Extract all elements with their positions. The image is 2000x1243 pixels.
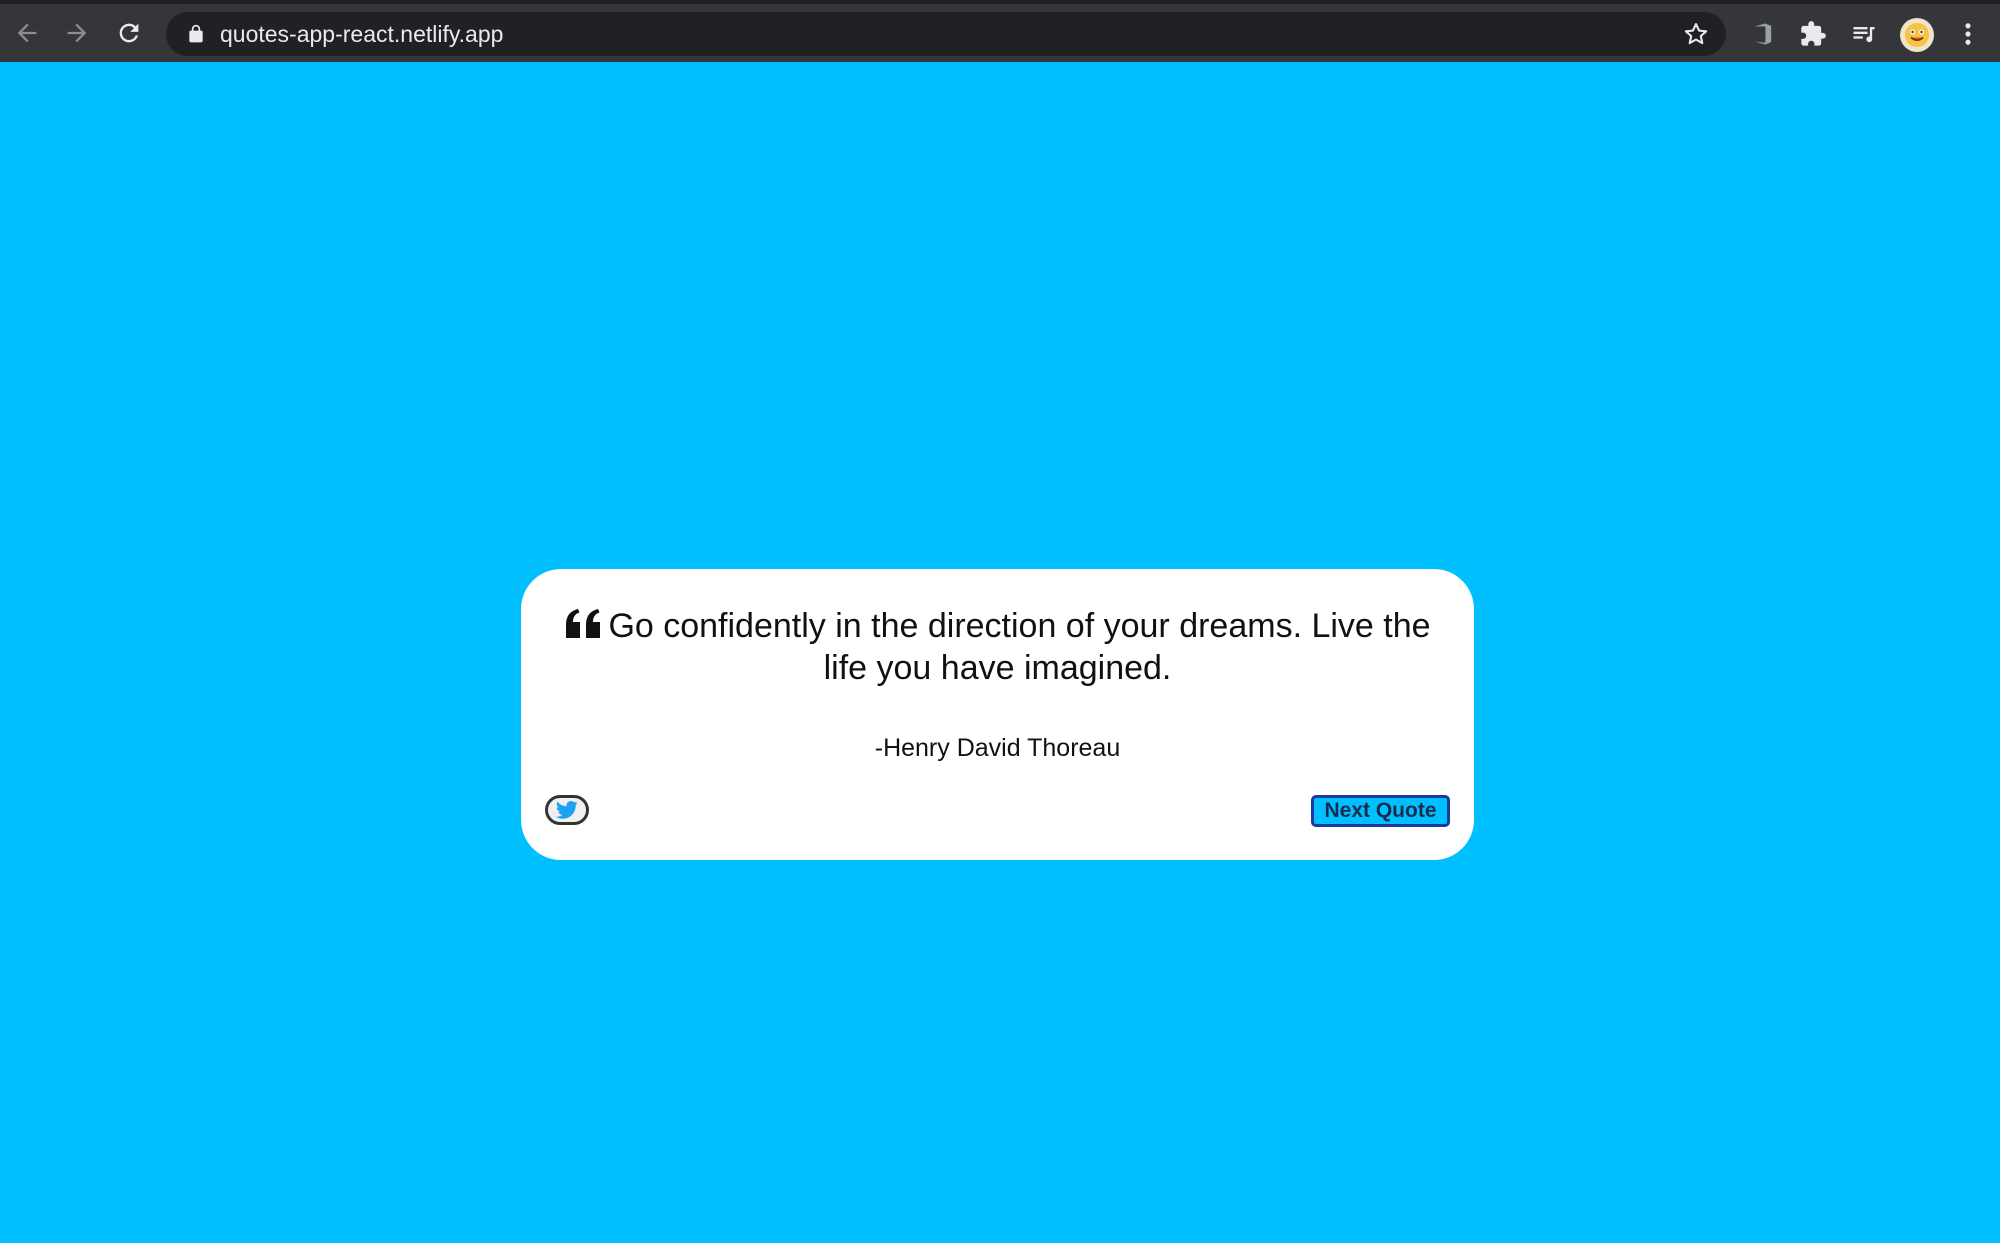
- media-list-icon: [1853, 27, 1875, 43]
- quote-text: Go confidently in the direction of your …: [608, 607, 1431, 687]
- forward-arrow-icon: [67, 23, 87, 43]
- reload-button[interactable]: [112, 16, 146, 50]
- url-text: quotes-app-react.netlify.app: [220, 21, 504, 47]
- office-extension-button[interactable]: [1747, 18, 1779, 50]
- forward-button[interactable]: [60, 16, 94, 50]
- twitter-icon: [556, 801, 578, 819]
- tweet-quote-button[interactable]: [545, 795, 589, 825]
- back-button[interactable]: [10, 16, 44, 50]
- quote-left-icon: [566, 609, 601, 638]
- lock-icon: [189, 24, 203, 43]
- browser-menu-button[interactable]: [1952, 18, 1984, 50]
- quote-card: Go confidently in the direction of your …: [521, 569, 1474, 860]
- avatar[interactable]: [1900, 18, 1934, 52]
- puzzle-icon: [1801, 21, 1826, 46]
- reload-icon: [119, 23, 139, 43]
- media-control-button[interactable]: [1848, 18, 1880, 50]
- office-icon: [1754, 23, 1772, 45]
- next-quote-button[interactable]: Next Quote: [1311, 795, 1450, 827]
- browser-toolbar: quotes-app-react.netlify.app: [0, 0, 2000, 62]
- address-bar[interactable]: quotes-app-react.netlify.app: [166, 12, 1726, 56]
- quote-author: -Henry David Thoreau: [874, 734, 1121, 762]
- avatar-emoji-icon: [1905, 23, 1929, 47]
- quote-block: Go confidently in the direction of your …: [561, 605, 1434, 689]
- kebab-menu-icon: [1965, 23, 1971, 45]
- star-icon[interactable]: [1682, 20, 1710, 48]
- back-arrow-icon: [17, 23, 37, 43]
- extensions-button[interactable]: [1797, 18, 1829, 50]
